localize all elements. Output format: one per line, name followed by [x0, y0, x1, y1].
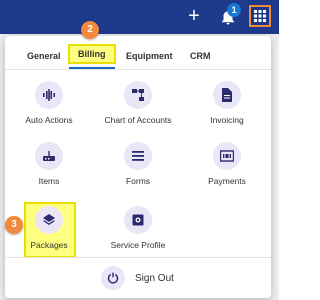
list-icon [124, 142, 152, 170]
power-icon [101, 266, 125, 290]
menu-item-label: Invoicing [210, 115, 244, 125]
menu-item-label: Payments [208, 176, 246, 186]
menu-item-label: Items [38, 176, 60, 186]
receipt-icon [213, 142, 241, 170]
tab-billing[interactable]: Billing [68, 44, 116, 64]
layers-icon [35, 206, 63, 234]
hierarchy-icon [124, 81, 152, 109]
menu-item-label: Service Profile [110, 240, 166, 250]
notification-count-badge: 1 [227, 3, 241, 17]
tab-equipment[interactable]: Equipment [126, 46, 173, 66]
menu-item-label: Forms [125, 176, 151, 186]
apps-grid-button[interactable] [249, 5, 271, 27]
apps-grid-icon [254, 10, 266, 22]
menu-item-label: Packages [30, 240, 68, 250]
apps-menu-panel: General Billing Equipment CRM Auto Actio… [5, 36, 271, 298]
add-icon[interactable]: + [184, 6, 204, 26]
menu-item-invoicing[interactable]: Invoicing [187, 81, 267, 125]
sign-out-button[interactable]: Sign Out [101, 266, 174, 290]
sign-out-label: Sign Out [135, 272, 174, 284]
router-icon [35, 142, 63, 170]
menu-item-forms[interactable]: Forms [98, 142, 178, 186]
tab-general[interactable]: General [27, 46, 61, 66]
document-icon [213, 81, 241, 109]
waveform-icon [35, 81, 63, 109]
signout-divider [5, 257, 271, 258]
menu-item-service-profile[interactable]: Service Profile [98, 206, 178, 250]
menu-item-label: Auto Actions [25, 115, 73, 125]
tab-divider [5, 69, 271, 70]
callout-badge-2: 2 [81, 21, 99, 39]
menu-item-auto-actions[interactable]: Auto Actions [9, 81, 89, 125]
tab-crm[interactable]: CRM [190, 46, 211, 66]
menu-item-payments[interactable]: Payments [187, 142, 267, 186]
menu-item-label: Chart of Accounts [104, 115, 172, 125]
menu-item-chart-of-accounts[interactable]: Chart of Accounts [98, 81, 178, 125]
callout-badge-3: 3 [5, 216, 23, 234]
badge-icon [124, 206, 152, 234]
menu-item-items[interactable]: Items [9, 142, 89, 186]
